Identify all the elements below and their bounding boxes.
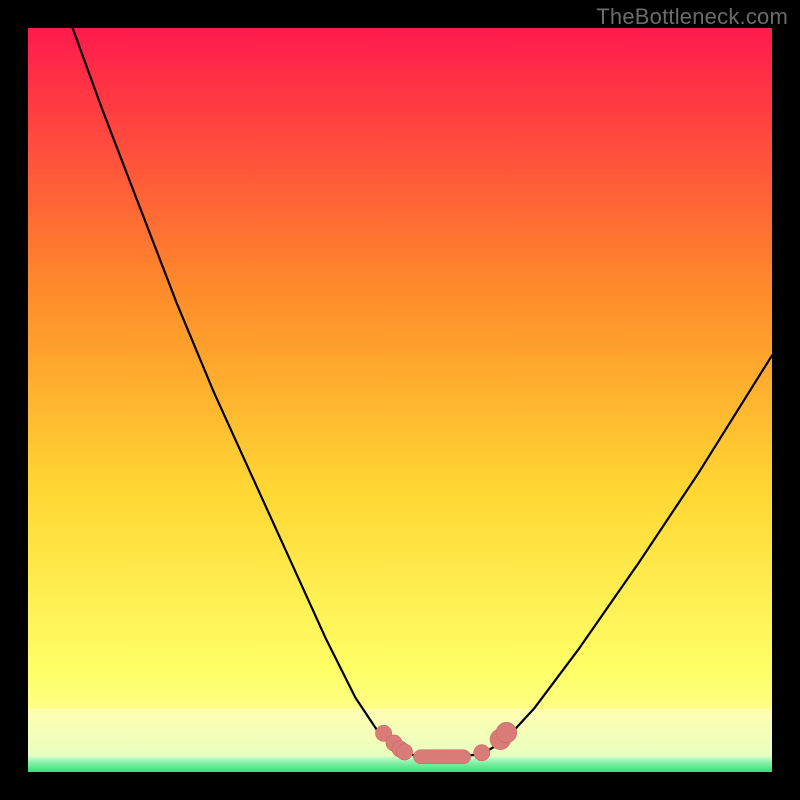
chart-frame: TheBottleneck.com [0,0,800,800]
curve-marker-4 [474,745,490,761]
watermark-text: TheBottleneck.com [596,4,788,30]
gradient-background [28,28,772,772]
curve-marker-6 [496,722,517,743]
plot-svg [28,28,772,772]
valley-bar-marker [413,750,470,764]
plot-area [28,28,772,772]
curve-marker-3 [396,744,412,760]
